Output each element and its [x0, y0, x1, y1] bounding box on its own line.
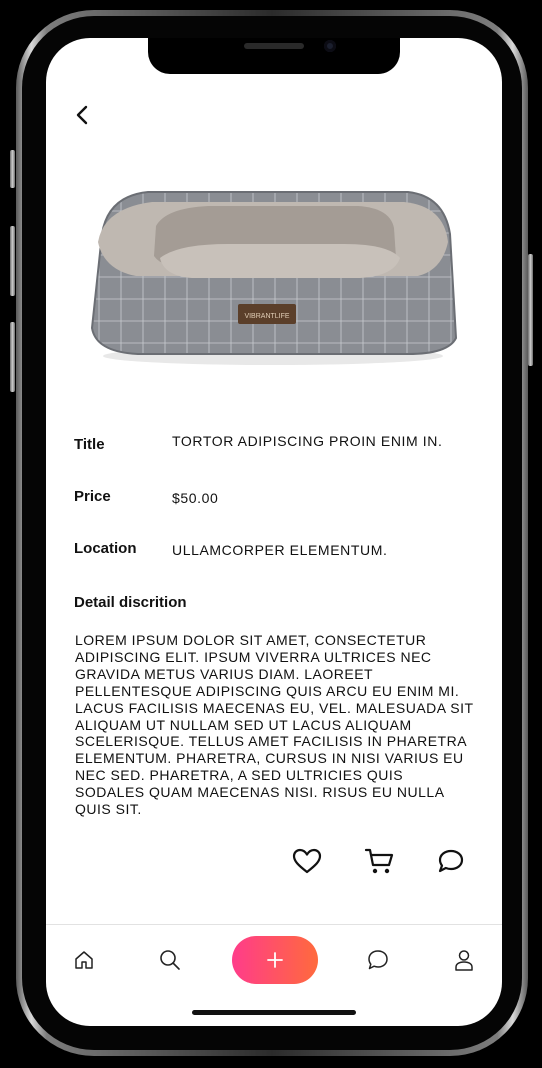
earpiece-speaker [244, 43, 304, 49]
front-camera [324, 40, 336, 52]
nav-home[interactable] [70, 946, 98, 974]
nav-search[interactable] [156, 946, 184, 974]
add-to-cart-button[interactable] [362, 844, 396, 878]
favorite-button[interactable] [290, 844, 324, 878]
volume-down-button [10, 322, 15, 392]
title-label: Title [74, 436, 105, 453]
nav-messages[interactable] [364, 946, 392, 974]
brand-tag-text: VIBRANTLIFE [244, 313, 289, 320]
plus-icon [267, 952, 283, 968]
power-button [528, 254, 533, 366]
chat-icon [438, 849, 464, 873]
detail-description: LOREM IPSUM DOLOR SIT AMET, CONSECTETUR … [75, 632, 474, 818]
search-icon [160, 950, 180, 970]
user-icon [455, 950, 473, 971]
product-image: VIBRANTLIFE [90, 191, 458, 365]
add-post-button[interactable] [232, 936, 318, 984]
notch [148, 38, 400, 74]
home-icon [75, 951, 93, 969]
mute-switch [10, 150, 15, 188]
chat-icon [368, 950, 388, 970]
volume-up-button [10, 226, 15, 296]
price-label: Price [74, 488, 111, 505]
title-value: TORTOR ADIPISCING PROIN ENIM IN. [172, 433, 443, 449]
app-screen: VIBRANTLIFE Title TORTOR ADIPISCING PROI… [46, 38, 502, 1026]
price-value: $50.00 [172, 490, 219, 506]
detail-label: Detail discrition [74, 594, 187, 611]
bottom-nav-divider [46, 924, 502, 925]
nav-profile[interactable] [450, 946, 478, 974]
heart-icon [292, 848, 322, 874]
cart-icon [364, 848, 394, 874]
back-button[interactable] [70, 102, 94, 128]
home-indicator [192, 1010, 356, 1015]
location-value: ULLAMCORPER ELEMENTUM. [172, 542, 388, 558]
location-label: Location [74, 540, 137, 557]
chevron-left-icon [76, 105, 88, 125]
message-seller-button[interactable] [434, 844, 468, 878]
